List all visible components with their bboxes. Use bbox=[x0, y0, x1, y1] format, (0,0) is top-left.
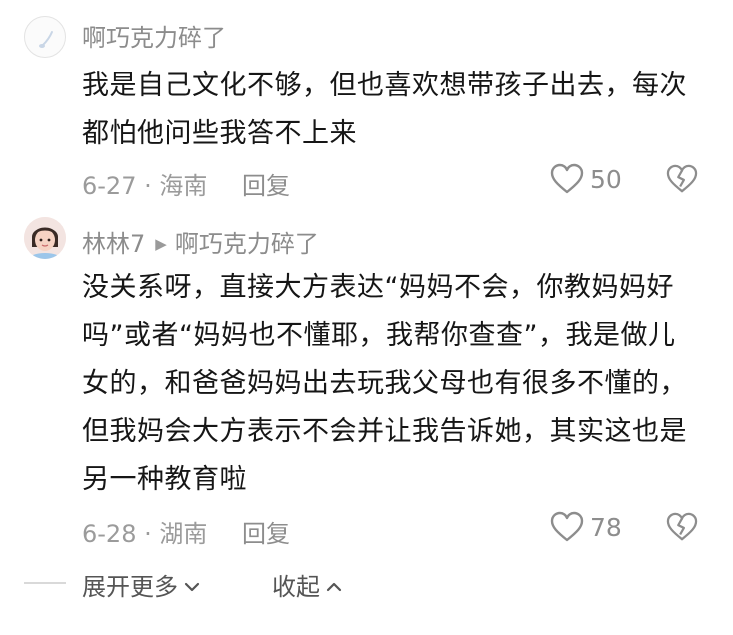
comment-username[interactable]: 林林7 bbox=[82, 230, 145, 258]
comment-text: 没关系呀，直接大方表达“妈妈不会，你教妈妈好吗”或者“妈妈也不懂耶，我帮你查查”… bbox=[82, 272, 687, 495]
avatar[interactable] bbox=[24, 217, 66, 259]
expand-more-label: 展开更多 bbox=[82, 573, 178, 601]
reply-to-username[interactable]: 啊巧克力碎了 bbox=[175, 230, 319, 258]
reply-button[interactable]: 回复 bbox=[242, 166, 290, 201]
comment-item: 林林7 ▶ 啊巧克力碎了 没关系呀，直接大方表达“妈妈不会，你教妈妈好吗”或者“妈妈… bbox=[0, 200, 733, 560]
like-count: 78 bbox=[590, 512, 622, 542]
like-count: 50 bbox=[590, 164, 622, 194]
chevron-down-icon bbox=[184, 570, 200, 598]
like-button[interactable]: 50 bbox=[550, 163, 622, 195]
dislike-button[interactable] bbox=[666, 164, 698, 198]
like-button[interactable]: 78 bbox=[550, 511, 622, 543]
broken-heart-icon bbox=[666, 164, 698, 198]
broken-heart-icon bbox=[666, 512, 698, 546]
avatar[interactable] bbox=[24, 16, 66, 58]
comment-date-location: 6-28 · 湖南 bbox=[82, 520, 208, 548]
collapse-label: 收起 bbox=[272, 573, 320, 601]
comment-footer: 展开更多 收起 bbox=[0, 563, 733, 603]
collapse-button[interactable]: 收起 bbox=[272, 567, 342, 602]
comment-item: 啊巧克力碎了 我是自己文化不够，但也喜欢想带孩子出去，每次都怕他问些我答不上来 … bbox=[0, 0, 733, 200]
heart-outline-icon bbox=[550, 163, 584, 195]
reply-arrow-icon: ▶ bbox=[155, 235, 167, 253]
comment-text: 我是自己文化不够，但也喜欢想带孩子出去，每次都怕他问些我答不上来 bbox=[82, 70, 687, 149]
chevron-up-icon bbox=[326, 570, 342, 598]
reply-button[interactable]: 回复 bbox=[242, 514, 290, 549]
heart-outline-icon bbox=[550, 511, 584, 543]
dislike-button[interactable] bbox=[666, 512, 698, 546]
divider bbox=[24, 582, 66, 584]
expand-more-button[interactable]: 展开更多 bbox=[82, 567, 200, 602]
comment-username-row: 林林7 ▶ 啊巧克力碎了 bbox=[82, 224, 319, 259]
comment-username[interactable]: 啊巧克力碎了 bbox=[82, 18, 226, 53]
comment-date-location: 6-27 · 海南 bbox=[82, 172, 208, 200]
